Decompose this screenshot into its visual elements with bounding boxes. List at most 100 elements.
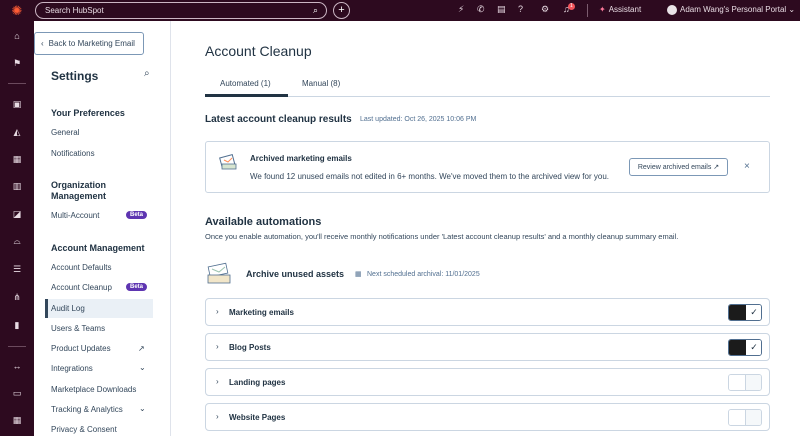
top-nav-bar: ✺ Search HubSpot ⌕ + ⚡ ✆ ▤ ? ⚙ ♫ 1 ✦ Assi… [0,0,800,21]
collapse-expand-icon[interactable]: ↔ [0,361,34,371]
automation-row-label: Blog Posts [229,343,271,352]
automation-toggle[interactable]: ✓ [728,339,762,356]
sparkle-icon: ✦ [599,5,606,14]
settings-title: Settings [51,69,99,83]
settings-search-icon[interactable]: ⌕ [144,68,150,79]
sidebar-item-marketplace-downloads[interactable]: Marketplace Downloads [51,385,136,394]
bookmark-icon[interactable]: ⚑ [0,58,34,69]
main-content: Account Cleanup Automated (1) Manual (8)… [172,21,800,436]
checkmark-icon: ✓ [746,340,761,355]
commerce-icon[interactable]: ▥ [0,181,34,192]
contacts-icon[interactable]: ▣ [0,99,34,110]
sidebar-item-integrations[interactable]: Integrations [51,364,93,373]
phone-icon[interactable]: ✆ [477,4,485,15]
chevron-down-icon[interactable]: ⌄ [139,404,146,413]
sidebar-item-users-teams[interactable]: Users & Teams [51,324,105,333]
tab-bar: Automated (1) Manual (8) [205,73,770,97]
automation-row-label: Landing pages [229,378,286,387]
sidebar-item-audit-log[interactable]: Audit Log [51,304,85,313]
back-button-label: Back to Marketing Email [48,39,135,48]
section-heading-organization: Organization Management [51,180,107,201]
automation-row-landing-pages[interactable]: › Landing pages [205,368,770,396]
next-scheduled-text: Next scheduled archival: 11/01/2025 [367,271,480,278]
chevron-right-icon[interactable]: › [216,342,219,351]
rail-divider [8,346,26,347]
available-automations-heading: Available automations [205,216,322,228]
search-placeholder: Search HubSpot [45,6,104,15]
automation-row-blog-posts[interactable]: › Blog Posts ✓ [205,333,770,361]
card-title: Archived marketing emails [250,154,352,163]
sidebar-item-product-updates[interactable]: Product Updates [51,344,111,353]
chevron-down-icon: ⌄ [788,5,796,14]
back-button[interactable]: ‹ Back to Marketing Email [34,32,144,55]
portal-name: Adam Wang's Personal Portal [680,5,787,14]
marketplace-icon[interactable]: ▤ [497,4,506,15]
automation-row-website-pages[interactable]: › Website Pages [205,403,770,431]
tab-automated[interactable]: Automated (1) [220,79,271,88]
chevron-right-icon[interactable]: › [216,307,219,316]
sidebar-item-general[interactable]: General [51,128,79,137]
automation-toggle[interactable] [728,374,762,391]
service-icon[interactable]: ◪ [0,209,34,220]
search-icon[interactable]: ⌕ [313,5,318,16]
assistant-label: Assistant [608,5,642,14]
chevron-left-icon: ‹ [41,39,44,48]
chevron-right-icon[interactable]: › [216,412,219,421]
upgrade-icon[interactable]: ⚡ [458,4,464,15]
external-link-icon: ↗ [138,344,145,353]
marketing-icon[interactable]: ◭ [0,127,34,138]
data-management-icon[interactable]: ☰ [0,264,34,275]
chevron-right-icon[interactable]: › [216,377,219,386]
sidebar-item-privacy-consent[interactable]: Privacy & Consent [51,425,117,434]
help-icon[interactable]: ? [518,4,523,14]
content-icon[interactable]: ▦ [0,154,34,165]
tab-manual[interactable]: Manual (8) [302,79,340,88]
automation-icon[interactable]: ⌓ [0,236,34,247]
settings-sidebar: ‹ Back to Marketing Email Settings ⌕ You… [34,21,171,436]
sidebar-item-tracking-analytics[interactable]: Tracking & Analytics [51,405,123,414]
beta-badge: Beta [126,211,148,219]
automation-toggle[interactable]: ✓ [728,304,762,321]
automation-toggle[interactable] [728,409,762,426]
sidebar-item-multi-account[interactable]: Multi-Account [51,211,99,220]
create-button[interactable]: + [333,2,350,19]
sidebar-item-account-defaults[interactable]: Account Defaults [51,263,111,272]
available-automations-description: Once you enable automation, you'll recei… [205,232,679,241]
sidebar-item-account-cleanup[interactable]: Account Cleanup [51,283,112,292]
home-icon[interactable]: ⌂ [0,31,34,41]
rail-divider [8,83,26,84]
sidebar-item-notifications[interactable]: Notifications [51,149,95,158]
reporting-icon[interactable]: ▮ [0,320,34,331]
assistant-button[interactable]: ✦ Assistant [599,5,641,14]
review-archived-emails-button[interactable]: Review archived emails ↗ [629,158,728,176]
settings-gear-icon[interactable]: ⚙ [541,4,549,15]
close-icon[interactable]: × [744,161,750,172]
automation-row-label: Marketing emails [229,308,294,317]
archive-unused-assets-title: Archive unused assets [246,269,345,279]
checkmark-icon: ✓ [746,305,761,320]
page-title: Account Cleanup [205,43,312,59]
calendar-icon: ▦ [355,271,362,278]
last-updated-text: Last updated: Oct 26, 2025 10:06 PM [360,116,477,123]
latest-results-heading: Latest account cleanup results [205,114,352,125]
workflows-icon[interactable]: ⋔ [0,292,34,303]
notification-badge: 1 [568,3,575,10]
avatar[interactable] [667,5,677,15]
archived-emails-card: Archived marketing emails We found 12 un… [205,141,770,193]
section-heading-account: Account Management [51,243,145,253]
hubspot-logo-icon[interactable]: ✺ [0,0,34,21]
portal-menu[interactable]: Adam Wang's Personal Portal ⌄ [680,5,795,14]
topbar-divider [587,4,588,17]
external-link-icon: ↗ [713,164,720,171]
review-button-label: Review archived emails [637,163,712,171]
active-tab-indicator [205,94,288,97]
section-heading-preferences: Your Preferences [51,108,125,118]
apps-icon[interactable]: ▦ [0,415,34,426]
automation-row-marketing-emails[interactable]: › Marketing emails ✓ [205,298,770,326]
chevron-down-icon[interactable]: ⌄ [139,363,146,372]
inbox-icon[interactable]: ▭ [0,388,34,399]
automation-row-label: Website Pages [229,413,286,422]
archive-illustration-icon [219,154,237,170]
search-input[interactable]: Search HubSpot ⌕ [35,2,327,19]
beta-badge: Beta [126,283,148,291]
